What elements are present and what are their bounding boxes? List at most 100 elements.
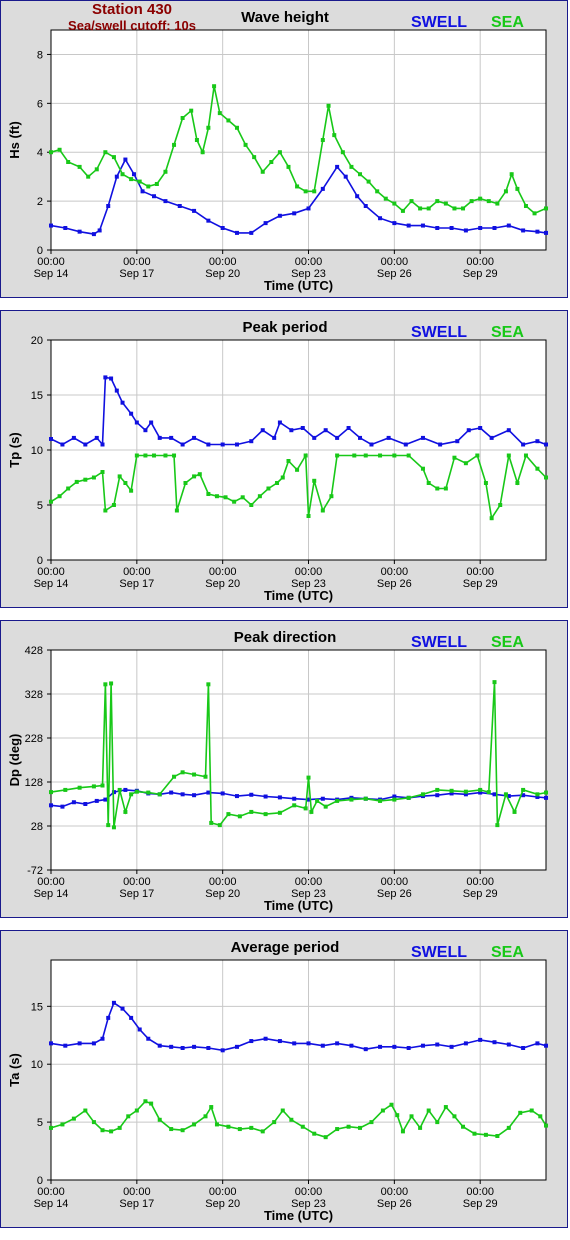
sea-point [340,150,345,155]
sea-point [214,1122,219,1127]
sea-point [392,797,397,802]
sea-point [66,160,71,164]
x-tick-label: 00:00 [209,256,237,268]
x-tick-label: 00:00 [209,876,237,888]
swell-point [378,216,383,221]
sea-point [435,787,440,792]
swell-point [406,1046,411,1050]
peak-direction-panel: -72 28 128 228 328 428 00:00 Sep 14 00:00 Sep 17 0… [0,620,568,918]
swell-point [100,1036,105,1041]
sea-point [335,1127,340,1132]
sea-point [523,453,528,458]
peak-period-chart: 0510152000:00Sep 1400:00Sep 1700:00Sep 2… [7,319,548,603]
swell-point [77,229,82,234]
swell-point [277,1039,282,1044]
x-tick-label: 00:00 [209,1186,237,1198]
sea-point [529,1108,534,1113]
sea-point [260,169,265,174]
sea-point [312,478,317,483]
sea-point [378,798,383,803]
y-axis-label: Ta (s) [7,1053,22,1087]
swell-point [109,376,114,381]
sea-point [503,189,508,194]
sea-point [203,774,208,779]
legend-swell: SWELL [411,14,467,31]
y-tick-label: 20 [31,335,43,347]
sea-point [149,1101,154,1106]
legend-sea: SEA [491,944,524,961]
swell-point [489,435,494,440]
swell-point [123,157,128,162]
wave-height-chart: 0246800:00Sep 1400:00Sep 1700:00Sep 2000… [7,9,548,293]
sea-point [143,1099,148,1104]
swell-point [71,800,76,805]
sea-point [435,199,440,204]
y-tick-label: 6 [37,98,43,110]
swell-point [466,428,471,433]
y-axis-label: Hs (ft) [7,121,22,159]
swell-point [300,426,305,430]
sea-point [486,199,491,204]
swell-point [149,420,154,425]
swell-point [335,435,340,440]
swell-point [335,1041,340,1046]
sea-point [532,211,537,216]
x-tick-label: 00:00 [381,256,409,268]
sea-point [512,809,517,814]
swell-point [157,1043,162,1048]
sea-point [234,125,239,130]
sea-point [180,1128,185,1133]
sea-point [252,155,257,160]
swell-point [358,435,363,440]
x-tick-label: Sep 26 [377,888,412,900]
swell-point [131,172,136,177]
sea-point [544,475,548,480]
station-title: Station 430 [91,1,173,18]
x-tick-label: 00:00 [295,1186,323,1198]
chart-title: Wave height [241,9,329,26]
swell-point [249,1039,254,1044]
sea-point [117,1125,122,1130]
x-tick-label: Sep 14 [34,1198,69,1210]
swell-point [103,797,108,802]
swell-point [521,1046,526,1050]
sea-point [535,792,540,797]
swell-point [506,1042,511,1047]
sea-point [263,812,268,817]
sea-point [306,514,311,518]
swell-point [220,791,225,796]
x-tick-label: 00:00 [381,876,409,888]
y-tick-label: 4 [37,147,43,159]
swell-point [177,204,182,208]
x-tick-label: Sep 17 [119,268,154,280]
sea-point [463,461,468,466]
sea-point [243,142,248,147]
swell-point [129,1015,134,1020]
swell-point [114,174,119,179]
sea-point [315,798,320,803]
swell-point [263,794,268,799]
sea-point [443,1105,448,1110]
chart-title: Average period [231,939,340,956]
sea-point [523,204,528,208]
y-axis-label: Tp (s) [7,432,22,467]
chart-title: Peak direction [234,629,337,646]
plot-area [50,29,547,251]
sea-point [426,481,431,485]
sea-point [146,790,151,795]
swell-point [312,435,317,440]
x-axis-label: Time (UTC) [264,898,333,913]
sea-point [452,206,457,211]
sea-point [335,798,340,803]
x-tick-label: 00:00 [209,566,237,578]
legend-sea: SEA [491,324,524,341]
peak-period-panel: 0 5 10 15 20 00:00 Sep 14 00:00 Sep 17 00:00 Sep 2… [0,310,568,608]
swell-point [94,798,99,803]
sea-point [91,1120,96,1125]
sea-point [109,681,114,686]
sea-point [380,1108,385,1113]
sea-point [461,206,466,211]
swell-point [143,428,148,433]
sea-point [312,1131,317,1136]
swell-point [320,186,325,191]
